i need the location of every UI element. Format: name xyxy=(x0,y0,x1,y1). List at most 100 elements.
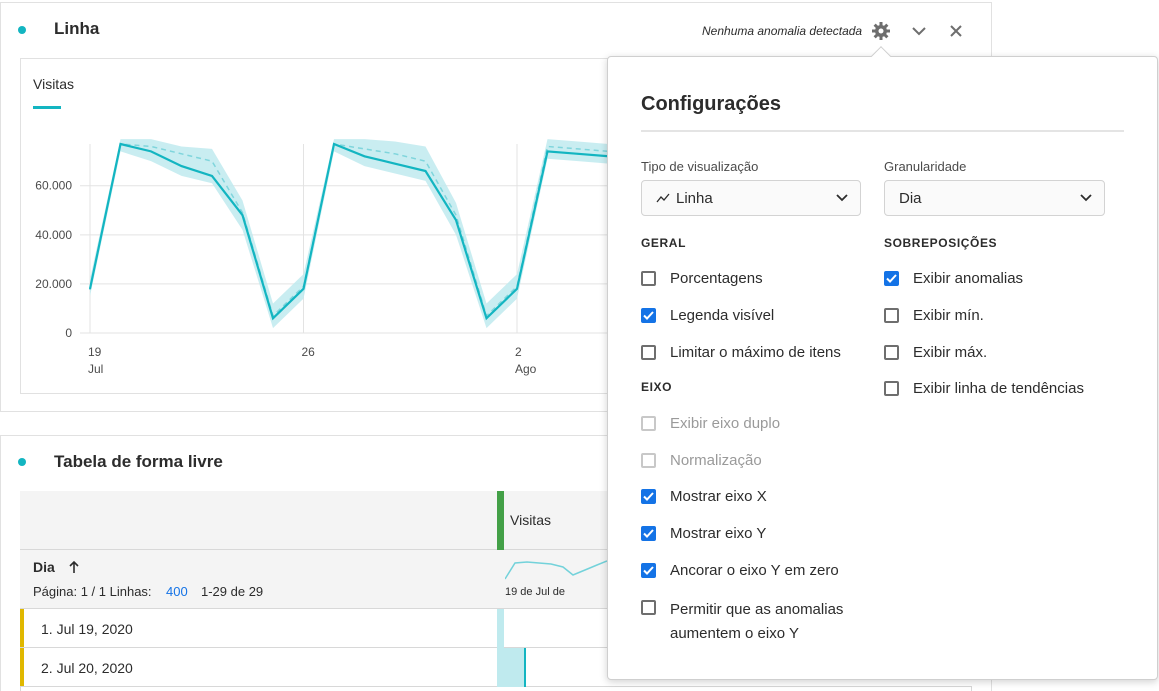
checkbox-show-min[interactable]: Exibir mín. xyxy=(884,307,984,324)
checkbox-box xyxy=(641,453,656,468)
checkmark-icon xyxy=(643,311,654,320)
sparkline xyxy=(505,560,607,580)
data-point xyxy=(394,162,396,165)
y-tick-label: 20.000 xyxy=(35,277,72,291)
checkbox-box[interactable] xyxy=(641,563,656,578)
checkbox-dual-axis: Exibir eixo duplo xyxy=(641,415,780,432)
x-tick-label: 26 xyxy=(302,345,316,359)
row-accent xyxy=(20,609,24,647)
series-line xyxy=(88,142,609,321)
arrow-up-icon[interactable] xyxy=(68,559,80,580)
x-tick-label: 19 xyxy=(88,345,102,359)
data-point xyxy=(180,165,183,167)
checkbox-label: Exibir máx. xyxy=(913,344,988,361)
granularity-select[interactable]: Dia xyxy=(884,180,1105,216)
checkbox-label: Exibir eixo duplo xyxy=(670,415,781,432)
viz-type-value: Linha xyxy=(676,189,713,207)
checkbox-box[interactable] xyxy=(884,381,899,396)
y-tick-label: 0 xyxy=(65,326,72,340)
legend-swatch xyxy=(33,106,61,109)
checkbox-label: Mostrar eixo X xyxy=(670,488,767,505)
sparkline-caption: 19 de Jul de xyxy=(505,586,565,598)
anomaly-band xyxy=(90,139,609,329)
anomaly-status-text: Nenhuma anomalia detectada xyxy=(702,24,863,38)
checkmark-icon xyxy=(643,566,654,575)
data-point xyxy=(89,288,91,290)
data-point xyxy=(577,153,579,155)
checkbox-box[interactable] xyxy=(641,600,656,615)
data-point xyxy=(302,288,305,290)
checkbox-box[interactable] xyxy=(884,345,899,360)
checkbox-label: Permitir que as anomalias aumentem o eix… xyxy=(670,598,843,646)
granularity-label: Granularidade xyxy=(884,159,967,174)
data-point xyxy=(424,170,427,172)
granularity-value: Dia xyxy=(899,189,922,207)
data-point xyxy=(119,143,122,145)
close-icon[interactable] xyxy=(946,21,966,41)
checkbox-percentages[interactable]: Porcentagens xyxy=(641,270,763,287)
checkbox-box[interactable] xyxy=(641,271,656,286)
checkbox-legend-visible[interactable]: Legenda visível xyxy=(641,307,774,324)
checkbox-box xyxy=(641,416,656,431)
checkbox-limit-max-items[interactable]: Limitar o máximo de itens xyxy=(641,344,841,361)
checkbox-box[interactable] xyxy=(641,345,656,360)
chevron-down-icon xyxy=(1080,194,1092,202)
axis-heading: EIXO xyxy=(641,380,673,394)
checkbox-show-anomalies[interactable]: Exibir anomalias xyxy=(884,270,1023,287)
chevron-down-icon[interactable] xyxy=(909,21,929,41)
data-point xyxy=(272,317,274,320)
checkbox-show-max[interactable]: Exibir máx. xyxy=(884,344,987,361)
checkbox-label: Mostrar eixo Y xyxy=(670,525,767,542)
checkmark-icon xyxy=(886,274,897,283)
page-info: Página: 1 / 1 Linhas: xyxy=(33,584,152,599)
x-tick-label: 2 xyxy=(515,345,522,359)
row-bar xyxy=(497,648,526,687)
data-point xyxy=(150,150,152,153)
checkbox-label-line-1: Permitir que as anomalias xyxy=(670,601,844,618)
checkbox-box[interactable] xyxy=(641,308,656,323)
data-point xyxy=(485,317,488,320)
data-point xyxy=(546,150,549,153)
row-label: 2. Jul 20, 2020 xyxy=(41,660,133,676)
checkbox-show-x-axis[interactable]: Mostrar eixo X xyxy=(641,488,767,505)
checkbox-anomalies-scale-y[interactable]: Permitir que as anomalias aumentem o eix… xyxy=(641,598,843,646)
table-panel-title: Tabela de forma livre xyxy=(54,452,223,471)
dimension-name[interactable]: Dia xyxy=(33,559,55,575)
viz-type-select[interactable]: Linha xyxy=(641,180,861,216)
y-tick-label: 60.000 xyxy=(35,179,72,193)
viz-type-label: Tipo de visualização xyxy=(641,159,759,174)
overlays-heading: SOBREPOSIÇÕES xyxy=(884,236,998,250)
checkbox-anchor-y-zero[interactable]: Ancorar o eixo Y em zero xyxy=(641,562,839,579)
column-header-visits[interactable]: Visitas xyxy=(510,512,551,528)
data-point xyxy=(333,143,335,145)
checkbox-label: Normalização xyxy=(670,452,762,469)
checkbox-box[interactable] xyxy=(641,489,656,504)
checkbox-label: Ancorar o eixo Y em zero xyxy=(670,562,839,579)
x-tick-month-label: Ago xyxy=(515,362,537,376)
checkbox-normalization: Normalização xyxy=(641,452,762,469)
data-point xyxy=(211,175,213,177)
panel-status-dot xyxy=(18,458,26,466)
data-point xyxy=(516,288,518,290)
checkbox-box[interactable] xyxy=(641,526,656,541)
column-drag-handle[interactable] xyxy=(497,491,504,550)
checkmark-icon xyxy=(643,492,654,501)
data-point xyxy=(241,214,244,216)
settings-popover xyxy=(607,56,1158,680)
general-heading: GERAL xyxy=(641,236,686,250)
gear-icon[interactable] xyxy=(871,21,891,41)
data-point xyxy=(363,155,366,158)
row-accent xyxy=(20,648,24,686)
checkbox-label: Porcentagens xyxy=(670,270,763,287)
rows-count-link[interactable]: 400 xyxy=(166,584,188,599)
x-tick-month-label: Jul xyxy=(88,362,103,376)
checkbox-box[interactable] xyxy=(884,308,899,323)
checkmark-icon xyxy=(643,529,654,538)
legend-label[interactable]: Visitas xyxy=(33,76,74,92)
checkbox-label: Exibir mín. xyxy=(913,307,984,324)
checkbox-box[interactable] xyxy=(884,271,899,286)
checkbox-show-trendline[interactable]: Exibir linha de tendências xyxy=(884,380,1084,397)
checkbox-show-y-axis[interactable]: Mostrar eixo Y xyxy=(641,525,766,542)
row-bar xyxy=(497,609,504,648)
line-chart-icon xyxy=(656,193,670,203)
